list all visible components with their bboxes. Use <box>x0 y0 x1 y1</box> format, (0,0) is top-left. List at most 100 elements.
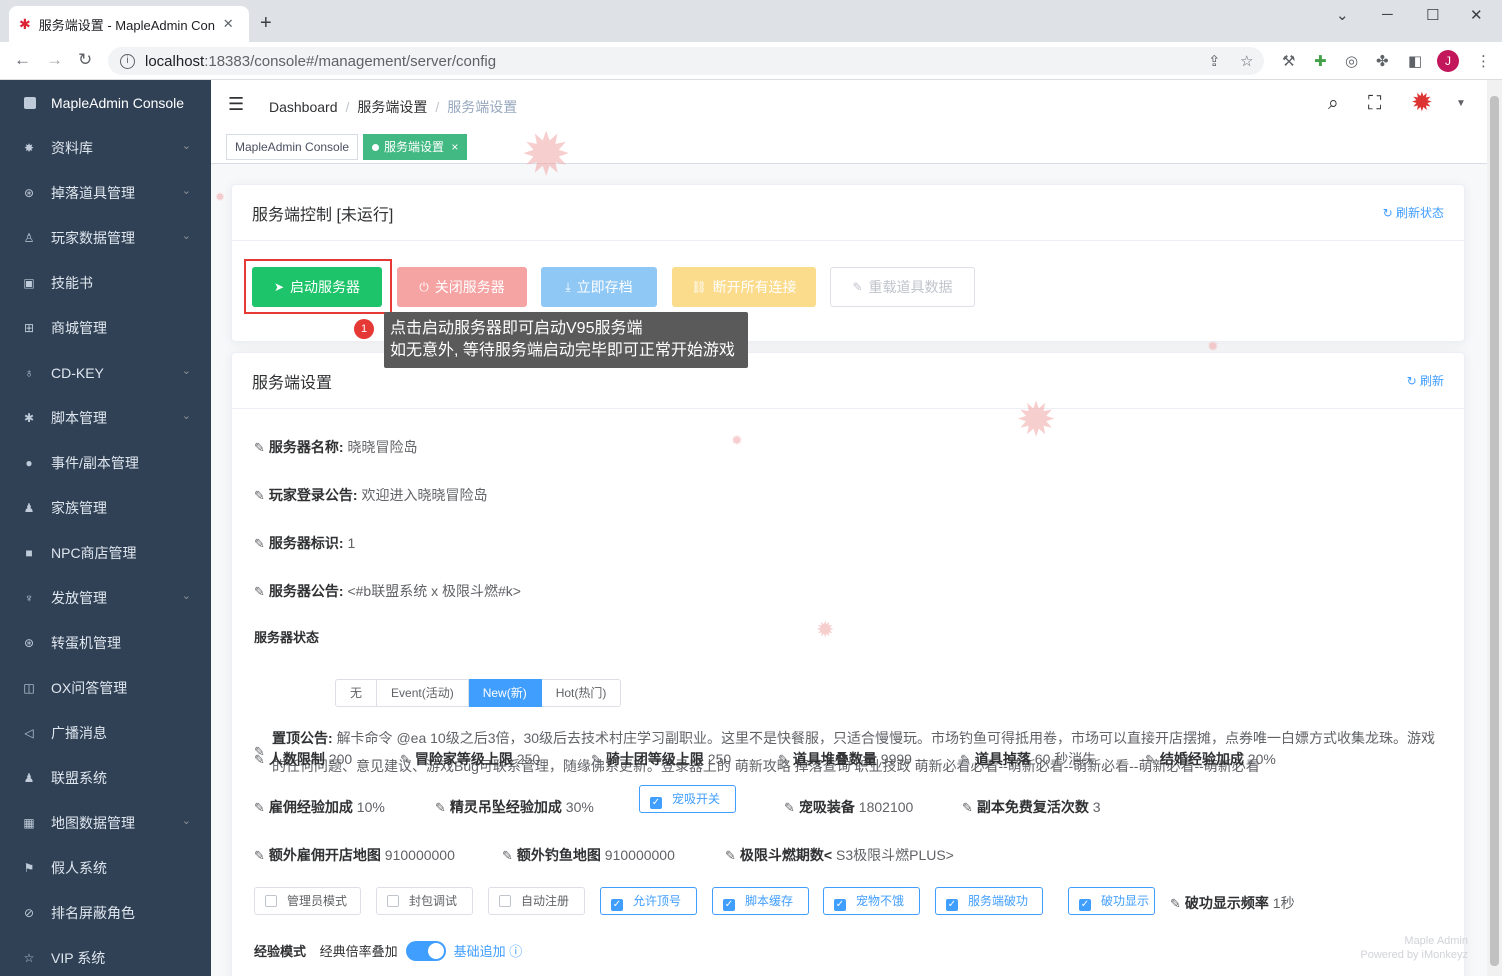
checkbox-4[interactable]: ✓ 脚本缓存 <box>712 887 809 915</box>
checkbox-2[interactable]: 自动注册 <box>488 887 585 915</box>
status-option-2[interactable]: New(新) <box>468 679 542 707</box>
close-icon[interactable]: ✕ <box>223 16 234 32</box>
extension-circle-icon[interactable]: ◎ <box>1345 52 1358 70</box>
status-option-0[interactable]: 无 <box>335 679 378 707</box>
maple-leaf-logo-icon[interactable]: ✹ <box>1411 87 1433 118</box>
sidebar-item-14[interactable]: ♟ 联盟系统 <box>0 755 211 800</box>
sidebar-item-8[interactable]: ♟ 家族管理 <box>0 485 211 530</box>
scrollbar-thumb[interactable] <box>1490 96 1499 966</box>
refresh-status-link[interactable]: ↻ 刷新状态 <box>1383 204 1444 221</box>
address-bar[interactable]: i localhost:18383/console#/management/se… <box>108 47 1264 75</box>
field-row1-3[interactable]: ✎ 道具堆叠数量 9999 <box>778 749 912 769</box>
tab-search-icon[interactable]: ⌄ <box>1336 6 1349 24</box>
field-row2-0[interactable]: ✎ 雇佣经验加成 10% <box>254 797 385 817</box>
refresh-link[interactable]: ↻ 刷新 <box>1407 372 1444 389</box>
sidebar-item-6[interactable]: ✱ 脚本管理 ⌄ <box>0 395 211 440</box>
side-panel-icon[interactable]: ◧ <box>1408 52 1422 70</box>
field-row1-4[interactable]: ✎ 道具掉落 60 秒消失 <box>960 749 1096 769</box>
exp-mode-row: 经验模式 经典倍率叠加 基础追加 ⓘ <box>254 941 522 961</box>
search-icon[interactable]: ⌕ <box>1328 93 1339 115</box>
sidebar-title[interactable]: MapleAdmin Console <box>0 80 211 125</box>
window-close-icon[interactable]: ✕ <box>1470 6 1483 24</box>
sidebar-item-15[interactable]: ▦ 地图数据管理 ⌄ <box>0 800 211 845</box>
js-extension-icon[interactable]: ⚒ <box>1282 52 1295 70</box>
exp-mode-switch[interactable] <box>405 941 446 961</box>
info-icon[interactable]: ⓘ <box>509 944 522 959</box>
field-row3-0[interactable]: ✎ 额外雇佣开店地图 910000000 <box>254 845 455 865</box>
refresh-status-label: 刷新状态 <box>1395 206 1444 220</box>
site-info-icon[interactable]: i <box>120 53 135 69</box>
status-option-3[interactable]: Hot(热门) <box>541 679 622 707</box>
sidebar-item-1[interactable]: ⊛ 掉落道具管理 ⌄ <box>0 170 211 215</box>
field-row3-1[interactable]: ✎ 额外钓鱼地图 910000000 <box>502 845 675 865</box>
new-tab-button[interactable]: + <box>260 12 272 35</box>
reload-icon[interactable]: ↻ <box>78 50 92 70</box>
checkbox-0[interactable]: 管理员模式 <box>254 887 361 915</box>
server-id-value: 1 <box>347 535 356 551</box>
more-menu-icon[interactable]: ⋮ <box>1476 52 1491 70</box>
share-icon[interactable]: ⇪ <box>1208 52 1221 70</box>
field-row1-2[interactable]: ✎ 骑士团等级上限 250 <box>591 749 731 769</box>
maximize-icon[interactable]: ☐ <box>1426 6 1439 24</box>
sidebar-item-18[interactable]: ☆ VIP 系统 <box>0 935 211 976</box>
puzzle-icon[interactable]: ✤ <box>1376 52 1389 70</box>
checkbox-7[interactable]: ✓ 破功显示 <box>1068 887 1155 915</box>
field-value: 30% <box>565 799 594 815</box>
sidebar-item-icon: ⊘ <box>23 905 35 920</box>
checkbox-1[interactable]: 封包调试 <box>376 887 473 915</box>
tag-server-settings[interactable]: 服务端设置 × <box>363 134 468 160</box>
checkbox-6[interactable]: ✓ 服务端破功 <box>935 887 1043 915</box>
sidebar-item-label: 资料库 <box>51 139 93 156</box>
sidebar-item-7[interactable]: ● 事件/副本管理 <box>0 440 211 485</box>
field-row2-4[interactable]: ✎ 副本免费复活次数 3 <box>962 797 1101 817</box>
sidebar-item-2[interactable]: ♙ 玩家数据管理 ⌄ <box>0 215 211 260</box>
field-row2-3[interactable]: ✎ 宠吸装备 1802100 <box>784 797 913 817</box>
field-row2-1[interactable]: ✎ 精灵吊坠经验加成 30% <box>435 797 594 817</box>
back-icon[interactable]: ← <box>14 50 31 70</box>
field-row1-0[interactable]: ✎ 人数限制 200 <box>254 749 352 769</box>
reload-items-button[interactable]: ✎ 重载道具数据 <box>830 267 975 307</box>
avatar[interactable]: J <box>1437 50 1459 72</box>
sidebar-item-13[interactable]: ◁ 广播消息 <box>0 710 211 755</box>
sidebar-item-9[interactable]: ■ NPC商店管理 <box>0 530 211 575</box>
sidebar-item-17[interactable]: ⊘ 排名屏蔽角色 <box>0 890 211 935</box>
sidebar-item-5[interactable]: ♁ CD-KEY ⌄ <box>0 350 211 395</box>
sidebar-item-4[interactable]: ⊞ 商城管理 <box>0 305 211 350</box>
server-name-row[interactable]: ✎ 服务器名称: 晓晓冒险岛 <box>254 437 417 457</box>
pet-vacuum-toggle[interactable]: ✓ 宠吸开关 <box>639 785 736 813</box>
start-server-button[interactable]: ➤ 启动服务器 <box>252 267 382 307</box>
sidebar-item-10[interactable]: ♆ 发放管理 ⌄ <box>0 575 211 620</box>
save-now-button[interactable]: ⤓ 立即存档 <box>541 267 657 307</box>
field-row1-5[interactable]: ✎ 结婚经验加成 20% <box>1145 749 1276 769</box>
start-server-label: 启动服务器 <box>290 279 361 295</box>
checkbox-5[interactable]: ✓ 宠物不饿 <box>823 887 920 915</box>
tag-close-icon[interactable]: × <box>451 140 458 154</box>
break-freq-row[interactable]: ✎ 破功显示频率 1秒 <box>1170 893 1295 913</box>
hamburger-icon[interactable]: ☰ <box>228 94 244 115</box>
breadcrumb-dashboard[interactable]: Dashboard <box>269 99 338 115</box>
bug-extension-icon[interactable]: ✚ <box>1314 52 1327 70</box>
browser-tab[interactable]: ✱ 服务端设置 - MapleAdmin Con ✕ <box>9 6 249 42</box>
login-notice-row[interactable]: ✎ 玩家登录公告: 欢迎进入晓晓冒险岛 <box>254 485 487 505</box>
caret-down-icon[interactable]: ▼ <box>1456 98 1466 109</box>
sidebar-item-16[interactable]: ⚑ 假人系统 <box>0 845 211 890</box>
field-row3-2[interactable]: ✎ 极限斗燃期数< S3极限斗燃PLUS> <box>725 845 954 865</box>
minimize-icon[interactable]: ─ <box>1382 6 1393 23</box>
checkbox-3[interactable]: ✓ 允许顶号 <box>600 887 697 915</box>
page-scrollbar[interactable] <box>1487 80 1502 976</box>
sidebar-item-0[interactable]: ✸ 资料库 ⌄ <box>0 125 211 170</box>
breadcrumb-server[interactable]: 服务端设置 <box>357 99 427 115</box>
disconnect-all-button[interactable]: ⛓ 断开所有连接 <box>672 267 816 307</box>
field-row1-1[interactable]: ✎ 冒险家等级上限 250 <box>400 749 540 769</box>
status-option-1[interactable]: Event(活动) <box>377 679 469 707</box>
tag-console[interactable]: MapleAdmin Console <box>226 134 359 160</box>
sidebar-item-12[interactable]: ◫ OX问答管理 <box>0 665 211 710</box>
stop-server-button[interactable]: ⏻ 关闭服务器 <box>397 267 527 307</box>
bookmark-star-icon[interactable]: ☆ <box>1240 52 1253 70</box>
sidebar-item-11[interactable]: ⊛ 转蛋机管理 <box>0 620 211 665</box>
forward-icon[interactable]: → <box>46 50 63 70</box>
fullscreen-icon[interactable]: ⛶ <box>1368 93 1381 115</box>
server-notice-row[interactable]: ✎ 服务器公告: <#b联盟系统 x 极限斗燃#k> <box>254 581 521 601</box>
sidebar-item-3[interactable]: ▣ 技能书 <box>0 260 211 305</box>
server-id-row[interactable]: ✎ 服务器标识: 1 <box>254 533 355 553</box>
